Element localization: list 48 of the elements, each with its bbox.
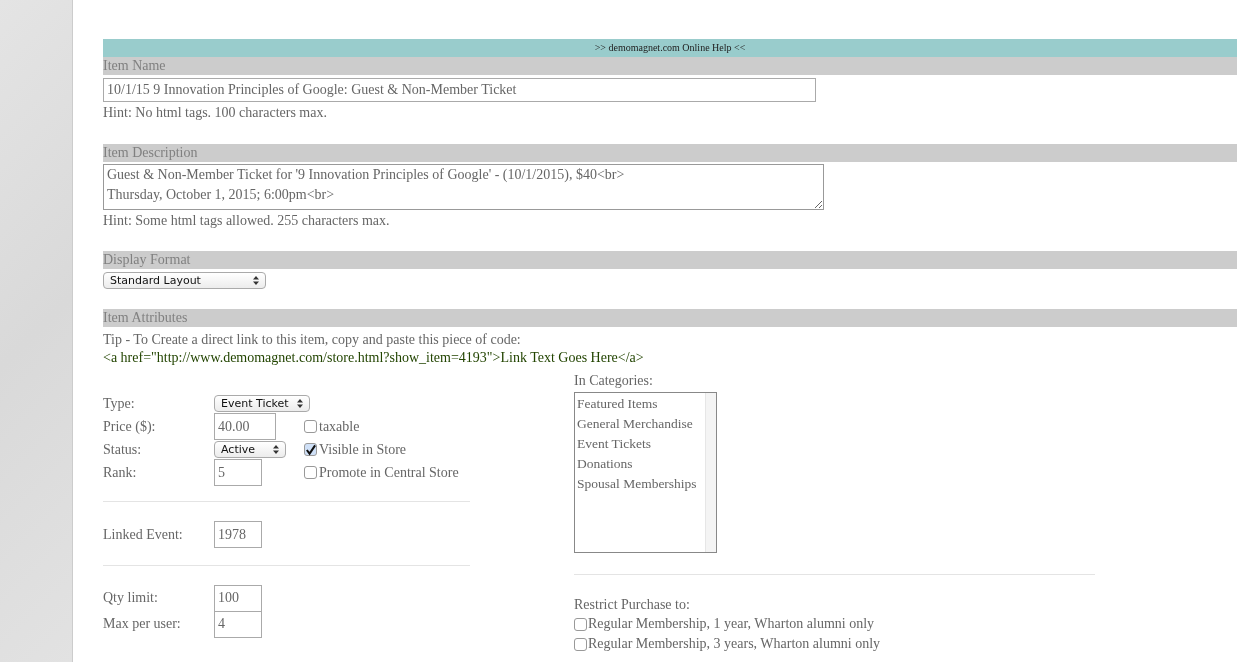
scrollbar-track[interactable] bbox=[705, 393, 716, 552]
membership-checkbox-label[interactable]: Regular Membership, 1 year, Wharton alumni only bbox=[574, 614, 1095, 634]
category-option[interactable]: Event Tickets bbox=[577, 434, 651, 454]
category-option[interactable]: General Merchandise bbox=[577, 414, 693, 434]
dropdown-select[interactable]: Active bbox=[214, 441, 286, 458]
section-header: Item Name bbox=[103, 57, 1237, 75]
field-label: Qty limit: bbox=[103, 590, 159, 606]
section-header: Display Format bbox=[103, 251, 1237, 269]
section-header: Item Description bbox=[103, 144, 1237, 162]
text-field[interactable]: 40.00 bbox=[214, 413, 276, 440]
checkbox[interactable] bbox=[574, 637, 587, 651]
field-label: Max per user: bbox=[103, 616, 182, 632]
section-header: Item Attributes bbox=[103, 309, 1237, 327]
checkbox-label[interactable]: taxable bbox=[304, 418, 360, 435]
checkbox[interactable] bbox=[304, 420, 317, 433]
tip-text: Tip - To Create a direct link to this item, copy and paste this piece of code: bbox=[103, 331, 522, 349]
dropdown-select[interactable]: Event Ticket bbox=[214, 395, 310, 412]
item-name-field[interactable]: 10/1/15 9 Innovation Principles of Google: Guest & Non-Member Ticket bbox=[103, 78, 816, 102]
checkbox[interactable] bbox=[304, 443, 317, 456]
hint-text: Hint: Some html tags allowed. 255 characters max. bbox=[103, 212, 391, 230]
updown-arrows-icon bbox=[273, 445, 279, 454]
updown-arrows-icon bbox=[253, 276, 259, 285]
text-field[interactable]: 100 bbox=[214, 584, 262, 612]
text-field[interactable]: 5 bbox=[214, 459, 262, 486]
text-field[interactable]: 4 bbox=[214, 610, 262, 638]
linked-event-field[interactable]: 1978 bbox=[214, 521, 262, 548]
field-label: Rank: bbox=[103, 464, 138, 481]
category-option[interactable]: Donations bbox=[577, 454, 633, 474]
field-label: Type: bbox=[103, 395, 136, 412]
categories-listbox[interactable]: Featured Items General Merchandise Event Tickets Donations Spousal Memberships bbox=[574, 392, 717, 553]
category-option[interactable]: Featured Items bbox=[577, 394, 658, 414]
hint-text: Hint: No html tags. 100 characters max. bbox=[103, 104, 328, 122]
field-label: Status: bbox=[103, 441, 143, 458]
updown-arrows-icon bbox=[297, 399, 303, 408]
link-code-text: <a href="http://www.demomagnet.com/store.html?show_item=4193">Link Text Goes Here</a> bbox=[103, 349, 645, 367]
membership-checkbox-label[interactable]: Regular Membership, 3 years, Wharton alumni only bbox=[574, 634, 1095, 654]
checkbox-label[interactable]: Promote in Central Store bbox=[304, 464, 459, 481]
item-description-field[interactable]: Guest & Non-Member Ticket for '9 Innovation Principles of Google' - (10/1/2015), $40<br> Thursday, October 1, 2015; 6:00pm<br> bbox=[103, 164, 824, 210]
restrict-label: Restrict Purchase to: bbox=[574, 596, 691, 614]
category-option[interactable]: Spousal Memberships bbox=[577, 474, 697, 494]
field-label: Linked Event: bbox=[103, 526, 184, 543]
display-format-select[interactable]: Standard Layout bbox=[103, 272, 266, 289]
categories-label: In Categories: bbox=[574, 372, 654, 390]
online-help-link[interactable]: >> demomagnet.com Online Help << bbox=[103, 39, 1237, 57]
checkbox[interactable] bbox=[574, 617, 587, 631]
checkbox-label[interactable]: Visible in Store bbox=[304, 441, 407, 458]
field-label: Price ($): bbox=[103, 418, 157, 435]
checkbox[interactable] bbox=[304, 466, 317, 479]
